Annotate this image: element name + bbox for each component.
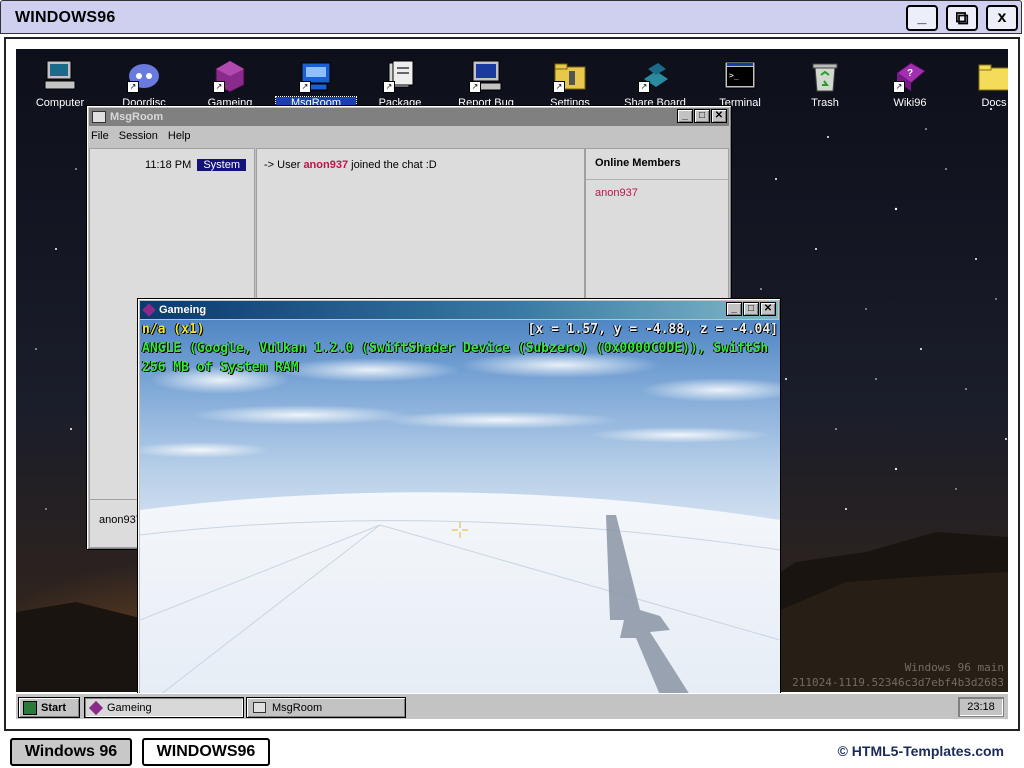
settings-icon: ↗	[553, 59, 587, 93]
footer-tab-windows96-caps[interactable]: WINDOWS96	[142, 738, 270, 766]
fps-readout: n/a (x1)	[142, 322, 205, 337]
desktop-icon-doordisc[interactable]: ↗ Doordisc	[104, 59, 184, 109]
desktop-icon-report-bug[interactable]: ↗ Report Bug	[446, 59, 526, 109]
task-label: Gameing	[107, 701, 152, 714]
shortcut-arrow-icon: ↗	[383, 81, 395, 93]
message-prefix: -> User	[264, 159, 301, 171]
ram-readout: 256 MB of System RAM	[142, 360, 299, 375]
gameing-minimize-button[interactable]: _	[726, 302, 742, 316]
share-board-icon: ↗	[638, 59, 672, 93]
desktop-icon-label: Trash	[811, 97, 839, 109]
desktop-icon-settings[interactable]: ↗ Settings	[530, 59, 610, 109]
shortcut-arrow-icon: ↗	[469, 81, 481, 93]
members-header-row: Online Members	[586, 149, 728, 180]
shortcut-arrow-icon: ↗	[893, 81, 905, 93]
footer-tab-windows96[interactable]: Windows 96	[10, 738, 132, 766]
start-label: Start	[41, 701, 67, 714]
msgroom-close-button[interactable]: ✕	[711, 109, 727, 123]
cube-icon: ↗	[213, 59, 247, 93]
task-msgroom[interactable]: MsgRoom	[246, 697, 406, 718]
renderer-readout: ANGLE (Google, Vulkan 1.2.0 (SwiftShader…	[142, 341, 769, 356]
shortcut-arrow-icon: ↗	[213, 81, 225, 93]
message-meta: 11:18 PM System	[145, 159, 246, 171]
msgroom-maximize-button[interactable]: □	[694, 109, 710, 123]
desktop-icon-label: Wiki96	[893, 97, 927, 109]
msgroom-title-icon	[92, 111, 106, 123]
shortcut-arrow-icon: ↗	[127, 81, 139, 93]
game-viewport[interactable]: n/a (x1) [x = 1.57, y = -4.88, z = -4.04…	[140, 320, 780, 693]
gameing-maximize-button[interactable]: □	[743, 302, 759, 316]
build-watermark: Windows 96 main 211024-1119.52346c3d7ebf…	[792, 660, 1004, 690]
system-tag: System	[197, 159, 246, 171]
msgroom-minimize-button[interactable]: _	[677, 109, 693, 123]
msgroom-icon: ↗	[299, 59, 333, 93]
message-timestamp: 11:18 PM	[145, 159, 192, 171]
report-bug-icon: ↗	[469, 59, 503, 93]
desktop-icon-package[interactable]: ↗ Package	[360, 59, 440, 109]
taskbar: Start Gameing MsgRoom 23:18	[16, 693, 1008, 719]
package-icon: ↗	[383, 59, 417, 93]
msgroom-title: MsgRoom	[110, 111, 164, 123]
desktop-icon-trash[interactable]: Trash	[785, 59, 865, 109]
msgroom-menubar: File Session Help	[91, 130, 191, 142]
desktop-icon-share-board[interactable]: ↗ Share Board	[615, 59, 695, 109]
desktop-icon-label: Docs	[981, 97, 1007, 109]
menu-help[interactable]: Help	[168, 130, 191, 142]
shortcut-arrow-icon: ↗	[553, 81, 565, 93]
watermark-line2: 211024-1119.52346c3d7ebf4b3d2683	[792, 676, 1004, 689]
desktop-icon-terminal[interactable]: >_ Terminal	[700, 59, 780, 109]
task-gameing[interactable]: Gameing	[84, 697, 244, 718]
chat-icon	[253, 702, 266, 713]
gameing-window[interactable]: Gameing _ □ ✕ n/a (x1) [x = 1.57, y = -4…	[137, 298, 781, 694]
shortcut-arrow-icon: ↗	[638, 81, 650, 93]
gameing-title-icon	[142, 303, 156, 317]
computer-icon	[43, 59, 77, 93]
wiki96-icon: ? ↗	[893, 59, 927, 93]
watermark-line1: Windows 96 main	[904, 661, 1004, 674]
shortcut-arrow-icon: ↗	[299, 81, 311, 93]
menu-session[interactable]: Session	[119, 130, 158, 142]
gameing-close-button[interactable]: ✕	[760, 302, 776, 316]
trash-icon	[808, 59, 842, 93]
frame-close-button[interactable]: x	[986, 5, 1018, 31]
taskbar-clock: 23:18	[958, 697, 1004, 717]
member-anon937[interactable]: anon937	[595, 187, 638, 199]
desktop-icon-gameing[interactable]: ↗ Gameing	[190, 59, 270, 109]
gameing-title: Gameing	[159, 304, 207, 316]
frame-restore-button[interactable]: ⧉	[946, 5, 978, 31]
desktop-icon-wiki96[interactable]: ? ↗ Wiki96	[870, 59, 950, 109]
menu-file[interactable]: File	[91, 130, 109, 142]
task-label: MsgRoom	[272, 701, 323, 714]
desktop-icon-msgroom[interactable]: ↗ MsgRoom	[275, 59, 357, 110]
doordisc-icon: ↗	[127, 59, 161, 93]
gameing-titlebar[interactable]: Gameing _ □ ✕	[140, 301, 778, 319]
cube-icon	[88, 700, 104, 715]
frame-minimize-button[interactable]: _	[906, 5, 938, 31]
frame-titlebar: WINDOWS96 _ ⧉ x	[0, 0, 1022, 34]
chat-message: -> User anon937 joined the chat :D	[264, 159, 437, 171]
msgroom-titlebar[interactable]: MsgRoom _ □ ✕	[89, 108, 729, 126]
svg-text:?: ?	[907, 68, 913, 79]
start-icon	[23, 700, 37, 715]
coords-readout: [x = 1.57, y = -4.88, z = -4.04]	[527, 322, 778, 337]
desktop-icon-computer[interactable]: Computer	[20, 59, 100, 109]
svg-text:>_: >_	[729, 71, 739, 80]
game-scene	[140, 352, 780, 693]
frame-title: WINDOWS96	[15, 9, 116, 26]
start-button[interactable]: Start	[18, 697, 80, 718]
folder-icon	[977, 59, 1008, 93]
members-header: Online Members	[595, 157, 681, 169]
message-username[interactable]: anon937	[303, 159, 348, 171]
footer-credit[interactable]: © HTML5-Templates.com	[838, 743, 1004, 759]
input-username: anon937	[99, 514, 142, 526]
terminal-icon: >_	[723, 59, 757, 93]
desktop-icon-docs[interactable]: Docs	[954, 59, 1008, 109]
message-text: joined the chat :D	[351, 159, 437, 171]
